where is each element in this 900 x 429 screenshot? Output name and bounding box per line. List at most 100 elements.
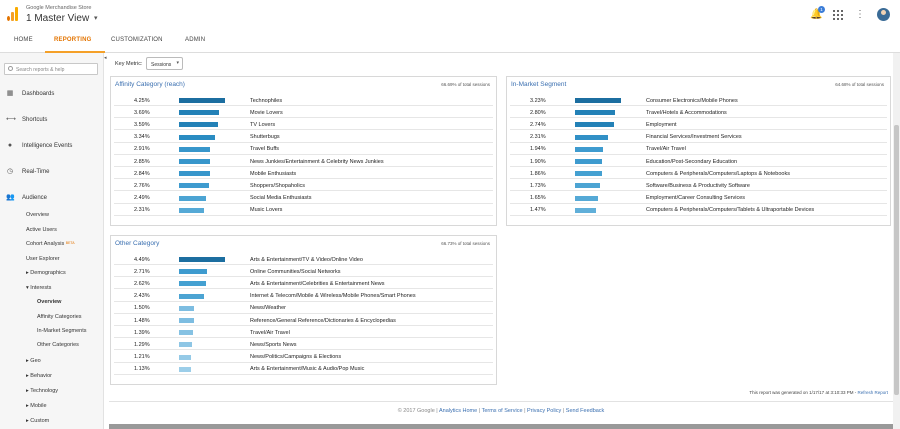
scrollbar-thumb[interactable] [894, 125, 899, 395]
table-row: 4.49% Arts & Entertainment/TV & Video/Onl… [114, 253, 493, 265]
row-category-link[interactable]: News/Politics/Campaigns & Elections [250, 354, 341, 360]
row-percentage: 1.39% [134, 329, 150, 336]
apps-grid-icon[interactable] [833, 9, 843, 20]
search-input[interactable]: Search reports & help [4, 63, 98, 75]
sidebar-item-interests[interactable]: ▾ Interests [26, 285, 51, 291]
analytics-logo[interactable] [7, 7, 19, 21]
sidebar-item-cohort-analysis[interactable]: Cohort Analysis BETA [26, 241, 75, 247]
notifications-bell-icon[interactable]: 🔔 1 [810, 6, 825, 20]
row-category-link[interactable]: Internet & Telecom/Mobile & Wireless/Mob… [250, 293, 416, 299]
panel-title[interactable]: In-Market Segment [511, 81, 566, 88]
row-category-link[interactable]: Travel/Air Travel [250, 330, 290, 336]
sidebar-item-audience[interactable]: 👥 Audience [0, 191, 103, 205]
row-category-link[interactable]: Travel/Air Travel [646, 146, 686, 152]
row-category-link[interactable]: TV Lovers [250, 122, 275, 128]
table-row: 3.59% TV Lovers [114, 118, 493, 131]
sidebar-item-real-time[interactable]: ◷ Real-Time [0, 165, 103, 179]
row-percentage: 2.71% [134, 268, 150, 275]
row-bar [575, 183, 600, 189]
row-category-link[interactable]: Travel/Hotels & Accommodations [646, 110, 727, 116]
notifications-badge: 1 [818, 6, 825, 13]
sidebar-item-dashboards[interactable]: ▦ Dashboards [0, 87, 103, 101]
footer-link-feedback[interactable]: Send Feedback [566, 408, 605, 414]
table-row: 3.23% Consumer Electronics/Mobile Phones [510, 94, 887, 106]
row-percentage: 1.47% [530, 207, 546, 214]
refresh-report-link[interactable]: Refresh Report [857, 390, 888, 395]
table-row: 1.13% Arts & Entertainment/Music & Audio/… [114, 363, 493, 375]
panel-title[interactable]: Other Category [115, 240, 159, 247]
row-category-link[interactable]: Software/Business & Productivity Softwar… [646, 183, 750, 189]
row-category-link[interactable]: Employment [646, 122, 677, 128]
panel-title[interactable]: Affinity Category (reach) [115, 81, 185, 88]
sidebar-item-label: Interests [30, 285, 52, 291]
row-category-link[interactable]: Music Lovers [250, 207, 282, 213]
view-selector[interactable]: 1 Master View [26, 13, 89, 24]
tab-home[interactable]: HOME [14, 37, 33, 43]
row-percentage: 1.73% [530, 182, 546, 189]
sidebar-item-custom[interactable]: ▸ Custom [26, 418, 49, 424]
scrollbar[interactable] [893, 53, 900, 429]
row-category-link[interactable]: Employment/Career Consulting Services [646, 195, 745, 201]
row-category-link[interactable]: Arts & Entertainment/Celebrities & Enter… [250, 281, 385, 287]
row-category-link[interactable]: Technophiles [250, 98, 282, 104]
other-category-panel: Other Category 66.73% of total sessions … [110, 235, 497, 385]
sidebar-item-shortcuts[interactable]: ⟷ Shortcuts [0, 113, 103, 127]
more-options-icon[interactable]: ⋮ [855, 9, 865, 20]
row-category-link[interactable]: Consumer Electronics/Mobile Phones [646, 98, 738, 104]
avatar[interactable] [877, 8, 890, 21]
row-category-link[interactable]: Computers & Peripherals/Computers/Laptop… [646, 171, 790, 177]
row-bar [179, 257, 225, 262]
sidebar-item-label: Technology [30, 388, 59, 394]
row-bar [575, 207, 597, 213]
sidebar-item-active-users[interactable]: Active Users [26, 227, 57, 233]
row-category-link[interactable]: Computers & Peripherals/Computers/Tablet… [646, 207, 814, 213]
sidebar-item-other-categories[interactable]: Other Categories [37, 342, 79, 348]
row-category-link[interactable]: Movie Lovers [250, 110, 283, 116]
clock-icon: ◷ [6, 168, 14, 175]
row-category-link[interactable]: Online Communities/Social Networks [250, 269, 340, 275]
view-dropdown-caret-icon[interactable]: ▾ [94, 14, 98, 22]
key-metric-select[interactable]: Sessions ▾ [146, 57, 183, 70]
sidebar-item-intelligence-events[interactable]: ● Intelligence Events [0, 139, 103, 153]
row-bar [179, 342, 193, 348]
tab-reporting[interactable]: REPORTING [54, 37, 91, 43]
sidebar-item-behavior[interactable]: ▸ Behavior [26, 373, 52, 379]
row-category-link[interactable]: Reference/General Reference/Dictionaries… [250, 318, 396, 324]
footer-link-privacy[interactable]: Privacy Policy [527, 408, 561, 414]
row-percentage: 3.69% [134, 109, 150, 116]
tab-customization[interactable]: CUSTOMIZATION [111, 37, 163, 43]
row-category-link[interactable]: Shutterbugs [250, 134, 280, 140]
sidebar-item-audience-overview[interactable]: Overview [26, 212, 49, 218]
row-category-link[interactable]: Shoppers/Shopaholics [250, 183, 305, 189]
tab-admin[interactable]: ADMIN [185, 37, 205, 43]
table-row: 1.90% Education/Post-Secondary Education [510, 155, 887, 167]
row-category-link[interactable]: News Junkies/Entertainment & Celebrity N… [250, 159, 384, 165]
sidebar-collapse-icon[interactable]: ◂ [104, 55, 107, 61]
footer-link-analytics-home[interactable]: Analytics Home [439, 408, 477, 414]
sidebar-item-demographics[interactable]: ▸ Demographics [26, 270, 66, 276]
row-category-link[interactable]: News/Sports News [250, 342, 296, 348]
sidebar-item-geo[interactable]: ▸ Geo [26, 358, 41, 364]
sidebar-item-affinity-categories[interactable]: Affinity Categories [37, 314, 82, 320]
sidebar-item-label: Audience [22, 194, 48, 201]
row-category-link[interactable]: Mobile Enthusiasts [250, 171, 296, 177]
sidebar-item-user-explorer[interactable]: User Explorer [26, 256, 60, 262]
row-category-link[interactable]: Financial Services/Investment Services [646, 134, 742, 140]
row-category-link[interactable]: Arts & Entertainment/TV & Video/Online V… [250, 257, 363, 263]
row-category-link[interactable]: News/Weather [250, 305, 286, 311]
row-category-link[interactable]: Travel Buffs [250, 146, 279, 152]
sidebar-item-in-market-segments[interactable]: In-Market Segments [37, 328, 87, 334]
sidebar-item-interests-overview[interactable]: Overview [37, 299, 61, 305]
row-category-link[interactable]: Education/Post-Secondary Education [646, 159, 737, 165]
sidebar-item-technology[interactable]: ▸ Technology [26, 388, 58, 394]
sidebar-item-label: Dashboards [22, 90, 55, 97]
row-category-link[interactable]: Social Media Enthusiasts [250, 195, 311, 201]
in-market-segment-panel: In-Market Segment 64.68% of total sessio… [506, 76, 891, 226]
footer-link-terms[interactable]: Terms of Service [482, 408, 523, 414]
sidebar-item-mobile[interactable]: ▸ Mobile [26, 403, 47, 409]
row-category-link[interactable]: Arts & Entertainment/Music & Audio/Pop M… [250, 366, 364, 372]
row-bar [575, 171, 602, 177]
row-bar [575, 146, 603, 152]
sidebar-item-label: Custom [30, 418, 50, 424]
row-bar [179, 269, 207, 275]
